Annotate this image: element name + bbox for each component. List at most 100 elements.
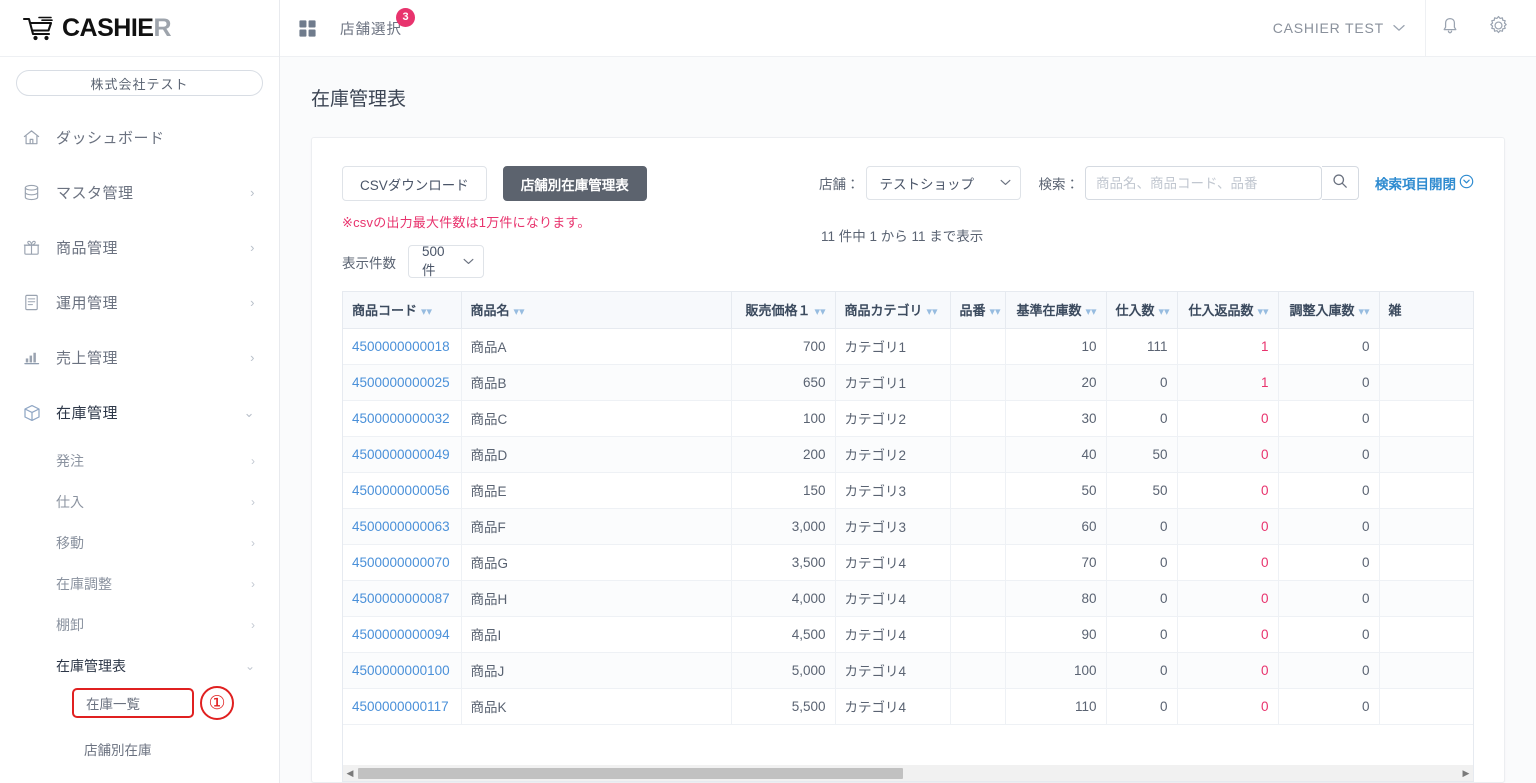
col-header-product-code[interactable]: 商品コード ▾▾ xyxy=(343,292,462,329)
cell-price-1: 5,000 xyxy=(731,652,836,689)
col-label: 販売価格１ xyxy=(745,303,811,319)
chevron-down-icon xyxy=(1000,177,1011,189)
col-label: 商品カテゴリ xyxy=(844,303,923,319)
product-code-link[interactable]: 4500000000032 xyxy=(352,411,450,426)
cell-category: カテゴリ1 xyxy=(835,328,951,365)
cell-base-stock: 70 xyxy=(1005,544,1107,581)
display-count-value: 500件 xyxy=(422,244,445,278)
col-header-product-name[interactable]: 商品名 ▾▾ xyxy=(461,292,732,329)
scroll-left-arrow[interactable]: ◀ xyxy=(343,768,357,779)
col-header-misc-truncated[interactable]: 雑 xyxy=(1379,292,1473,329)
sidebar-leaf-store-inventory[interactable]: 店舗別在庫 xyxy=(0,728,279,770)
sidebar: CASHIER 株式会社テスト ダッシュボード マスタ管理 › 商品管理 › 運… xyxy=(0,0,280,783)
cell-product-code[interactable]: 4500000000063 xyxy=(343,508,462,545)
cell-price-1: 100 xyxy=(731,400,836,437)
app-root: CASHIER 株式会社テスト ダッシュボード マスタ管理 › 商品管理 › 運… xyxy=(0,0,1536,783)
chevron-right-icon: › xyxy=(251,617,255,632)
scroll-right-arrow[interactable]: ▶ xyxy=(1459,768,1473,779)
settings-button[interactable] xyxy=(1474,0,1522,57)
cell-product-code[interactable]: 4500000000070 xyxy=(343,544,462,581)
product-code-link[interactable]: 4500000000094 xyxy=(352,627,450,642)
cell-product-code[interactable]: 4500000000018 xyxy=(343,328,462,365)
search-row: 店舗： テストショップ 検索： 商品名、商品コード、品番 検索項目開閉 xyxy=(819,166,1474,200)
table-header-row: 商品コード ▾▾ 商品名 ▾▾ 販売価格１ ▾▾ 商品カテゴリ ▾▾ 品番 ▾▾ 基準在庫… xyxy=(343,292,1473,329)
cell-price-1: 4,000 xyxy=(731,580,836,617)
col-header-adjust-in-qty[interactable]: 調整入庫数 ▾▾ xyxy=(1278,292,1380,329)
cell-base-stock: 20 xyxy=(1005,364,1107,401)
scrollbar-thumb[interactable] xyxy=(358,767,903,779)
product-code-link[interactable]: 4500000000100 xyxy=(352,663,450,678)
brand-name: CASHIER xyxy=(62,14,172,43)
store-select-button[interactable]: 店舗選択 3 xyxy=(340,7,415,39)
col-header-purchase-return-qty[interactable]: 仕入返品数 ▾▾ xyxy=(1177,292,1279,329)
sidebar-subitem-adjustment[interactable]: 在庫調整 › xyxy=(0,563,279,604)
col-header-price-1[interactable]: 販売価格１ ▾▾ xyxy=(731,292,836,329)
product-code-link[interactable]: 4500000000056 xyxy=(352,483,450,498)
sidebar-leaf-inventory-list[interactable]: 在庫一覧 xyxy=(72,688,194,718)
product-code-link[interactable]: 4500000000063 xyxy=(352,519,450,534)
col-header-base-stock[interactable]: 基準在庫数 ▾▾ xyxy=(1005,292,1107,329)
display-count-select[interactable]: 500件 xyxy=(408,244,484,278)
cell-product-code[interactable]: 4500000000049 xyxy=(343,436,462,473)
notification-bell-button[interactable] xyxy=(1426,0,1474,57)
cell-product-name: 商品B xyxy=(461,364,732,401)
grid-apps-icon[interactable] xyxy=(280,19,334,38)
sidebar-item-dashboard[interactable]: ダッシュボード xyxy=(0,110,279,165)
sidebar-subitem-purchase[interactable]: 仕入 › xyxy=(0,481,279,522)
cell-base-stock: 50 xyxy=(1005,472,1107,509)
cell-base-stock: 60 xyxy=(1005,508,1107,545)
col-header-purchase-qty[interactable]: 仕入数 ▾▾ xyxy=(1106,292,1178,329)
store-select-dropdown[interactable]: テストショップ xyxy=(865,166,1021,200)
cell-product-code[interactable]: 4500000000117 xyxy=(343,688,462,725)
product-code-link[interactable]: 4500000000117 xyxy=(352,699,449,714)
cell-adjust-in-qty: 0 xyxy=(1278,364,1380,401)
cell-product-code[interactable]: 4500000000087 xyxy=(343,580,462,617)
sidebar-subitem-label: 在庫管理表 xyxy=(56,657,126,674)
brand-logo[interactable]: CASHIER xyxy=(0,0,279,57)
scrollbar-track[interactable] xyxy=(357,766,1459,780)
sidebar-subitem-inventory-report[interactable]: 在庫管理表 ⌄ xyxy=(0,645,279,686)
sidebar-item-products[interactable]: 商品管理 › xyxy=(0,220,279,275)
col-header-category[interactable]: 商品カテゴリ ▾▾ xyxy=(835,292,951,329)
display-count-row: 表示件数 500件 xyxy=(342,244,647,278)
sidebar-item-operations[interactable]: 運用管理 › xyxy=(0,275,279,330)
sidebar-item-master[interactable]: マスタ管理 › xyxy=(0,165,279,220)
sidebar-subitem-transfer[interactable]: 移動 › xyxy=(0,522,279,563)
col-label: 品番 xyxy=(959,303,986,319)
product-code-link[interactable]: 4500000000070 xyxy=(352,555,450,570)
search-input[interactable] xyxy=(1085,166,1322,200)
table-row: 4500000000117 商品K 5,500 カテゴリ4 110 0 0 0 xyxy=(343,688,1473,725)
toggle-search-fields-link[interactable]: 検索項目開閉 xyxy=(1375,173,1474,193)
bar-chart-icon xyxy=(22,348,48,367)
product-code-link[interactable]: 4500000000025 xyxy=(352,375,450,390)
product-code-link[interactable]: 4500000000049 xyxy=(352,447,450,462)
cell-base-stock: 100 xyxy=(1005,652,1107,689)
cell-product-code[interactable]: 4500000000025 xyxy=(343,364,462,401)
search-button[interactable] xyxy=(1322,166,1359,200)
cell-misc xyxy=(1379,652,1473,689)
sidebar-subitem-order[interactable]: 発注 › xyxy=(0,440,279,481)
cell-category: カテゴリ4 xyxy=(835,544,951,581)
user-menu[interactable]: CASHIER TEST xyxy=(1273,19,1425,37)
cell-price-1: 650 xyxy=(731,364,836,401)
cell-category: カテゴリ4 xyxy=(835,688,951,725)
cell-product-code[interactable]: 4500000000056 xyxy=(343,472,462,509)
product-code-link[interactable]: 4500000000087 xyxy=(352,591,450,606)
sidebar-item-inventory[interactable]: 在庫管理 ⌄ xyxy=(0,385,279,440)
gift-icon xyxy=(22,238,48,257)
horizontal-scrollbar[interactable]: ◀ ▶ xyxy=(342,765,1474,782)
csv-download-button[interactable]: CSVダウンロード xyxy=(342,166,487,201)
product-code-link[interactable]: 4500000000018 xyxy=(352,339,450,354)
cell-misc xyxy=(1379,328,1473,365)
table-row: 4500000000087 商品H 4,000 カテゴリ4 80 0 0 0 xyxy=(343,580,1473,617)
cell-product-code[interactable]: 4500000000100 xyxy=(343,652,462,689)
store-inventory-report-button[interactable]: 店舗別在庫管理表 xyxy=(502,166,647,201)
chevron-double-down-icon: ▾▾ xyxy=(926,306,938,319)
col-header-part-number[interactable]: 品番 ▾▾ xyxy=(950,292,1006,329)
company-chip[interactable]: 株式会社テスト xyxy=(16,70,263,96)
col-label: 商品コード xyxy=(352,303,418,319)
cell-product-code[interactable]: 4500000000032 xyxy=(343,400,462,437)
sidebar-item-sales[interactable]: 売上管理 › xyxy=(0,330,279,385)
sidebar-subitem-stocktaking[interactable]: 棚卸 › xyxy=(0,604,279,645)
cell-product-code[interactable]: 4500000000094 xyxy=(343,616,462,653)
